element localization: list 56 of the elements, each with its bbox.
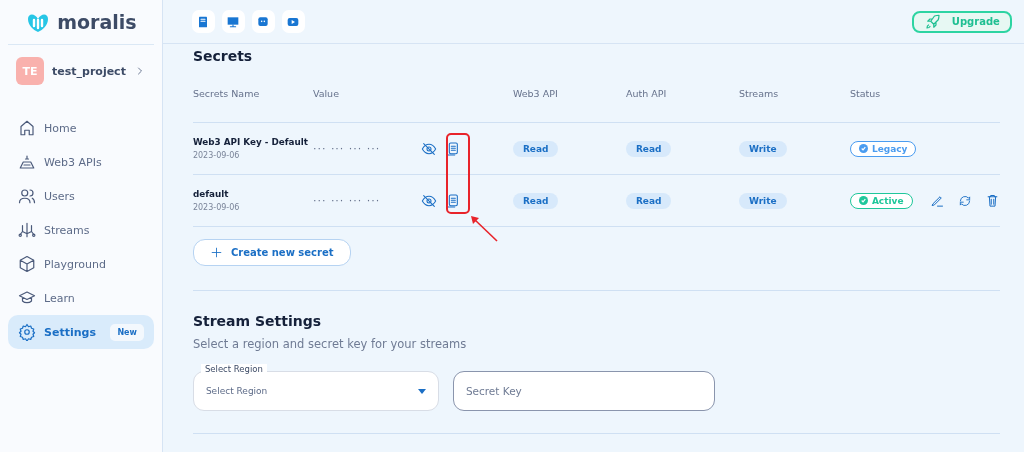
pointer-arrow	[470, 215, 498, 242]
plus-icon	[209, 246, 223, 259]
settings-icon	[18, 323, 36, 341]
house-icon	[18, 119, 36, 137]
masked-value: ··· ··· ··· ···	[312, 194, 382, 207]
pencil-icon	[929, 193, 945, 208]
permission-pill: Read	[625, 140, 672, 157]
sidebar-item[interactable]: Streams	[8, 213, 154, 247]
create-secret-button[interactable]: Create new secret	[192, 239, 351, 266]
logo-text: moralis	[57, 11, 137, 33]
sidebar-item[interactable]: Playground	[8, 247, 154, 281]
field-label: Select Region	[200, 364, 267, 374]
secret-name: Web3 API Key - Default	[192, 137, 309, 147]
section-subtitle: Select a region and secret key for your streams	[192, 337, 468, 351]
pyramid-icon	[18, 153, 36, 171]
column-header: Streams	[738, 87, 780, 99]
permission-pill: Read	[512, 192, 559, 209]
column-header: Value	[312, 87, 340, 99]
toolbar-link[interactable]	[191, 10, 215, 33]
secret-name: default	[192, 189, 230, 199]
toolbar-link[interactable]	[251, 10, 275, 33]
status-badge: Legacy	[849, 140, 917, 157]
permission-pill: Write	[738, 140, 787, 157]
check-circle-icon	[858, 144, 868, 153]
eye-off-icon	[420, 140, 437, 157]
permission-pill: Read	[625, 192, 672, 209]
secret-date: 2023-09-06	[192, 151, 241, 160]
column-header: Web3 API	[512, 87, 559, 99]
sidebar-item[interactable]: Home	[8, 111, 154, 145]
eye-off-icon	[420, 192, 437, 209]
streams-icon	[18, 221, 36, 239]
cube-icon	[18, 255, 36, 273]
column-header: Status	[849, 87, 882, 99]
sidebar-item[interactable]: Settings New	[8, 315, 154, 349]
refresh-icon	[957, 193, 972, 208]
column-header: Auth API	[625, 87, 668, 99]
section-title: Stream Settings	[192, 313, 323, 329]
project-name[interactable]: test_project	[52, 64, 126, 78]
permission-pill: Read	[512, 140, 559, 157]
new-badge: New	[110, 323, 144, 341]
status-badge: Active	[849, 192, 913, 209]
sidebar-item[interactable]: Users	[8, 179, 154, 213]
rocket-icon	[923, 12, 942, 31]
sidebar-item[interactable]: Web3 APIs	[8, 145, 154, 179]
column-header: Secrets Name	[192, 87, 261, 99]
sidebar-item[interactable]: Learn	[8, 281, 154, 315]
check-circle-icon	[858, 196, 868, 205]
dropdown-caret-icon	[417, 388, 426, 394]
permission-pill: Write	[738, 192, 787, 209]
secret-date: 2023-09-06	[192, 203, 241, 212]
masked-value: ··· ··· ··· ···	[312, 142, 382, 155]
section-title: Secrets	[192, 48, 254, 64]
toolbar-link[interactable]	[281, 10, 305, 33]
users-icon	[18, 187, 36, 205]
toolbar-link[interactable]	[221, 10, 245, 33]
secret-key-field[interactable]: Secret Key	[452, 371, 715, 411]
